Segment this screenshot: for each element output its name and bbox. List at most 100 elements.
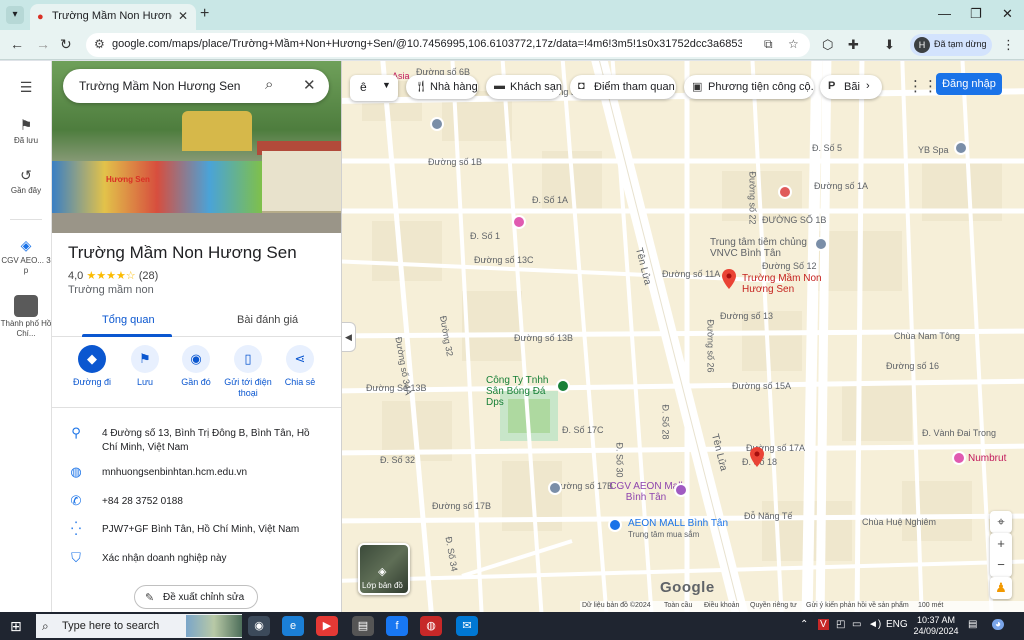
edge-taskbar-icon[interactable]: e (282, 616, 304, 636)
poi-marker-icon[interactable] (548, 481, 562, 495)
browser-tab[interactable]: ● Trường Mầm Non Hương Sen - ✕ (30, 4, 196, 30)
spa-marker-icon[interactable] (512, 215, 526, 229)
cinema-marker-icon[interactable] (674, 483, 688, 497)
spa-marker-icon[interactable] (952, 451, 966, 465)
search-box[interactable]: Trường Mầm Non Hương Sen ⌕ ✕ (63, 69, 329, 103)
notifications-icon[interactable]: ▤ (968, 619, 977, 630)
extensions-icon[interactable]: ✚ (848, 37, 859, 53)
tray-app-icon[interactable]: V (818, 619, 829, 630)
map-canvas[interactable]: Đường số 6B Asia Đường số 6A Đ. Số 5 YB … (342, 61, 1024, 612)
poi-marker-icon[interactable] (430, 117, 444, 131)
place-category[interactable]: Trường mầm non (68, 284, 154, 296)
taskbar-search[interactable]: ⌕ Type here to search (36, 614, 242, 638)
park-marker-icon[interactable] (556, 379, 570, 393)
history-icon: ↺ (20, 167, 32, 183)
terms-link[interactable]: Điều khoản (704, 602, 739, 609)
feedback-link[interactable]: Gửi ý kiến phản hồi về sản phẩm (806, 602, 909, 609)
chip-attractions[interactable]: ◘ Điểm tham quan (570, 75, 676, 99)
tab-close-icon[interactable]: ✕ (178, 9, 188, 23)
place-label-numbrut[interactable]: Numbrut (968, 453, 1006, 464)
place-label-football-pitch[interactable]: Công Ty Tnhh Sân Bóng Đá Dps (486, 375, 566, 408)
map-layers-button[interactable]: ◈ Lớp bản đồ (358, 543, 410, 595)
search-icon[interactable]: ⌕ (265, 76, 273, 93)
close-icon[interactable]: ✕ (303, 76, 316, 94)
nearby-button[interactable]: ◉ Gần đó (168, 345, 224, 388)
download-icon[interactable]: ⬇ (884, 37, 895, 53)
install-app-icon[interactable]: ⧉ (764, 37, 773, 52)
chevron-right-icon[interactable]: › (866, 80, 870, 92)
location-pin-icon: ⚲ (71, 425, 81, 440)
review-count[interactable]: (28) (139, 270, 159, 282)
copilot-icon[interactable]: ◕ (992, 619, 1005, 630)
menu-button[interactable]: ☰ (0, 79, 52, 96)
chip-hotels[interactable]: ▬ Khách sạn (486, 75, 562, 99)
chrome-taskbar-icon[interactable]: ◉ (248, 616, 270, 636)
place-pin-icon[interactable] (750, 447, 764, 467)
send-to-phone-button[interactable]: ▯ Gửi tới điện thoại (220, 345, 276, 399)
url-text[interactable]: google.com/maps/place/Trường+Mầm+Non+Hươ… (112, 38, 742, 50)
map-layer-toggle[interactable]: ê ▼ (350, 75, 398, 101)
share-icon: ⋖ (286, 345, 314, 373)
forward-arrow-icon[interactable]: → (36, 36, 50, 52)
place-label-selected[interactable]: Trường Mầm Non Hương Sen (742, 273, 822, 295)
outlook-taskbar-icon[interactable]: ✉ (456, 616, 478, 636)
rail-item-recent-city[interactable]: Thành phố Hồ Chí... (0, 295, 52, 339)
new-tab-plus-icon[interactable]: + (200, 5, 209, 23)
save-button[interactable]: ⚑ Lưu (117, 345, 173, 388)
pegman-icon[interactable]: ♟ (990, 577, 1012, 599)
address-bar[interactable]: ⚙ google.com/maps/place/Trường+Mầm+Non+H… (86, 33, 810, 57)
rail-item-recent-cgv[interactable]: ◈ CGV AEO... 3 p (0, 237, 52, 276)
site-info-icon[interactable]: ⚙ (94, 37, 105, 51)
reload-icon[interactable]: ↻ (60, 36, 72, 53)
my-location-button[interactable]: ⌖ (990, 511, 1012, 533)
window-close-icon[interactable]: ✕ (1002, 6, 1013, 22)
poi-marker-icon[interactable] (814, 237, 828, 251)
zoom-out-button[interactable]: − (990, 555, 1012, 577)
place-label-vaccine-center[interactable]: Trung tâm tiêm chủng VNVC Bình Tân (710, 237, 820, 259)
global-link[interactable]: Toàn cầu (664, 602, 692, 609)
directions-button[interactable]: ◆ Đường đi (64, 345, 120, 388)
selected-place-pin-icon[interactable] (722, 269, 736, 289)
collapse-panel-button[interactable]: ◀ (342, 322, 356, 352)
profile-chip[interactable]: H Đã tạm dừng (910, 34, 992, 56)
shopping-marker-icon[interactable] (608, 518, 622, 532)
screen: ▾ ● Trường Mầm Non Hương Sen - ✕ + — ❐ ✕… (0, 0, 1024, 640)
rail-item-saved[interactable]: ⚑ Đã lưu (0, 117, 52, 146)
taskbar-clock[interactable]: 10:37 AM 24/09/2024 (906, 615, 966, 637)
chip-label: Khách sạn (510, 81, 562, 93)
tab-reviews[interactable]: Bài đánh giá (237, 314, 298, 326)
chip-transit[interactable]: ▣ Phương tiện công cộ... (684, 75, 814, 99)
network-icon[interactable]: ▭ (852, 619, 861, 630)
privacy-link[interactable]: Quyền riêng tư (750, 602, 797, 609)
zoom-in-button[interactable]: + (990, 533, 1012, 555)
app-taskbar-icon[interactable]: ▤ (352, 616, 374, 636)
tray-chevron-icon[interactable]: ⌃ (800, 619, 808, 630)
poi-marker-icon[interactable] (954, 141, 968, 155)
road-label: Đường số 26 (705, 319, 716, 373)
place-label-aeon-mall[interactable]: AEON MALL Bình Tân (628, 518, 728, 529)
rating-row[interactable]: 4,0 ★★★★☆ (28) (68, 269, 158, 282)
tray-app-icon[interactable]: ◰ (836, 619, 845, 630)
bookmark-star-icon[interactable]: ☆ (788, 37, 799, 51)
tab-overview[interactable]: Tổng quan (102, 314, 155, 326)
facebook-taskbar-icon[interactable]: f (386, 616, 408, 636)
search-input[interactable]: Trường Mầm Non Hương Sen (79, 79, 259, 93)
browser-menu-icon[interactable]: ⋮ (1002, 37, 1015, 53)
hospital-marker-icon[interactable] (778, 185, 792, 199)
tab-list-chevron-icon[interactable]: ▾ (6, 6, 24, 24)
suggest-edit-button[interactable]: ✎ Đề xuất chỉnh sửa (134, 585, 258, 609)
windows-start-icon[interactable]: ⊞ (10, 618, 22, 635)
restore-icon[interactable]: ❐ (970, 6, 982, 22)
youtube-taskbar-icon[interactable]: ▶ (316, 616, 338, 636)
app-taskbar-icon[interactable]: ◍ (420, 616, 442, 636)
back-arrow-icon[interactable]: ← (10, 36, 24, 52)
language-indicator[interactable]: ENG (886, 619, 908, 630)
extension-puzzle-icon[interactable]: ⬡ (822, 37, 833, 53)
sign-in-button[interactable]: Đăng nhập (936, 73, 1002, 95)
share-button[interactable]: ⋖ Chia sẻ (272, 345, 328, 388)
minimize-icon[interactable]: — (938, 6, 951, 21)
chip-parking[interactable]: P Bãi › (820, 75, 882, 99)
chip-restaurants[interactable]: 🍴︎ Nhà hàng (406, 75, 478, 99)
volume-icon[interactable]: ◄) (868, 619, 881, 630)
rail-item-recent[interactable]: ↺ Gần đây (0, 167, 52, 196)
